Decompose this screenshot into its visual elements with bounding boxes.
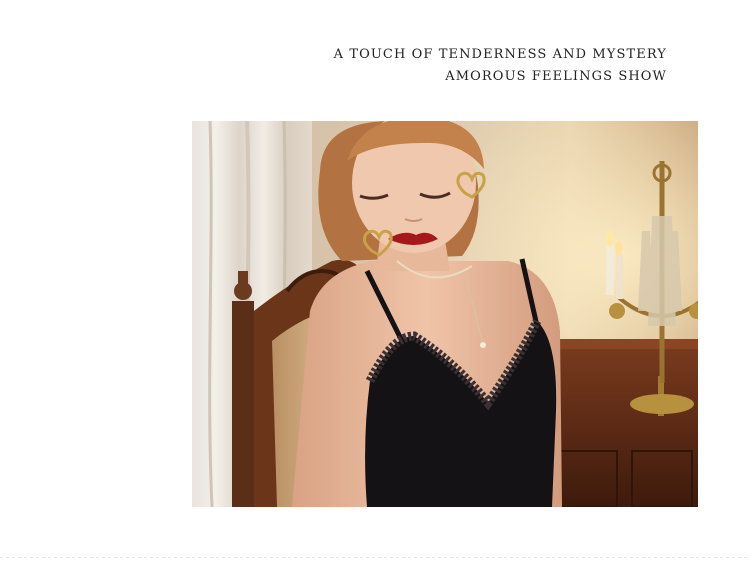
tagline-line-1: A TOUCH OF TENDERNESS AND MYSTERY (333, 47, 667, 62)
bottom-divider (0, 557, 750, 558)
tagline: A TOUCH OF TENDERNESS AND MYSTERY AMOROU… (334, 44, 667, 88)
product-photo (192, 121, 698, 507)
tagline-line-2: AMOROUS FEELINGS SHOW (445, 69, 667, 84)
